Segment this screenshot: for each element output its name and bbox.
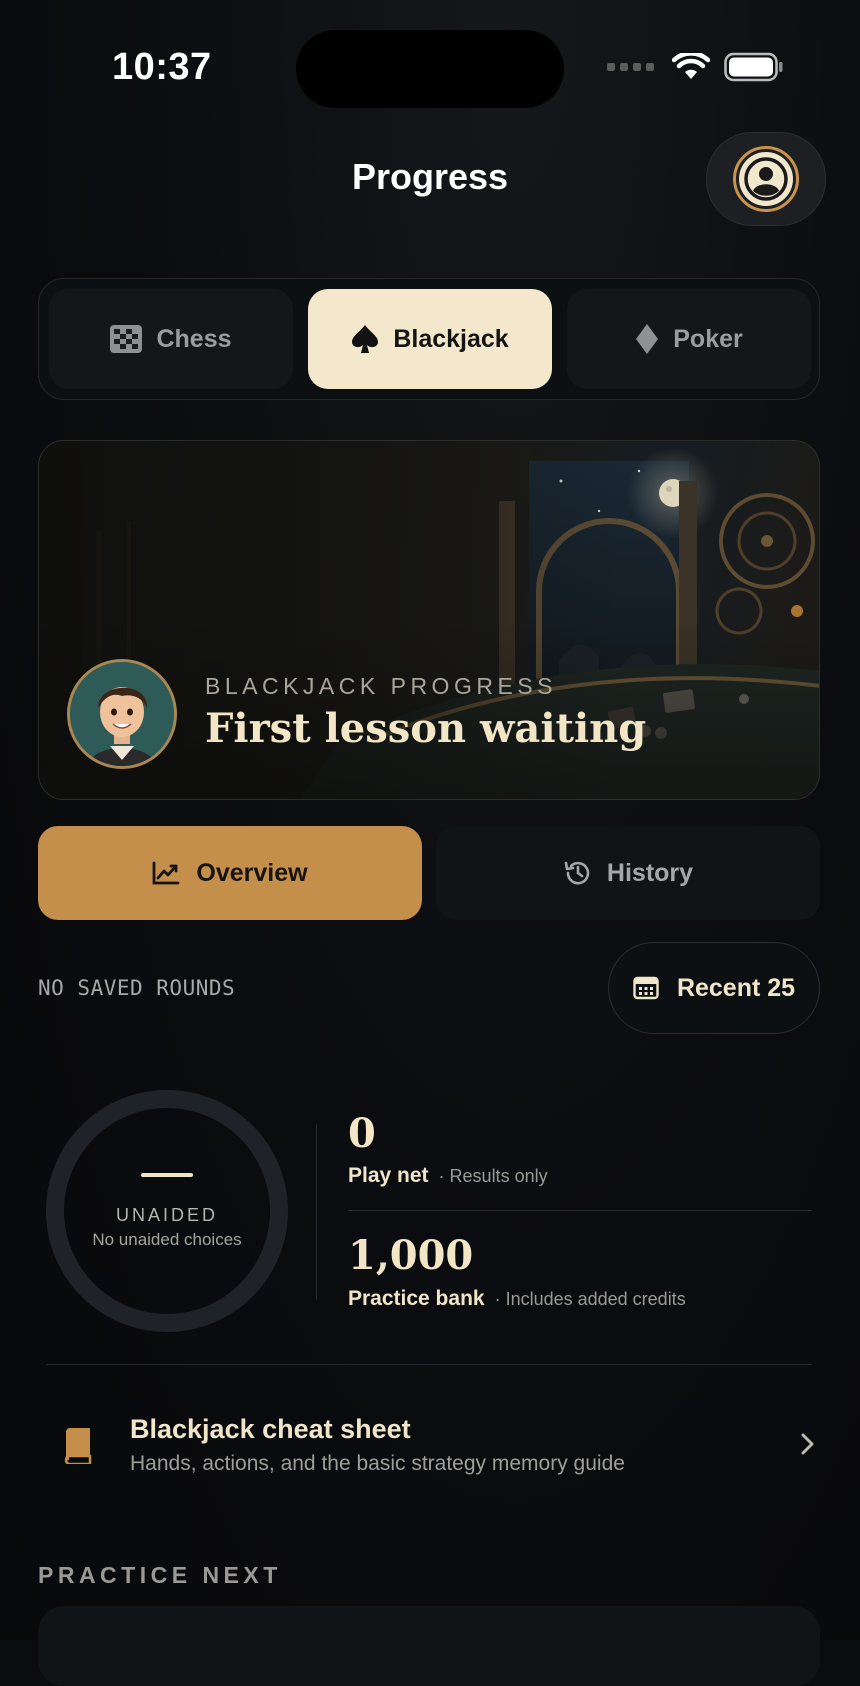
book-icon [64,1428,92,1464]
hero-eyebrow: BLACKJACK PROGRESS [205,673,557,699]
calendar-icon [633,976,659,1000]
practice-bank-note: · Includes added credits [494,1289,686,1309]
practice-bank-value: 1,000 [348,1232,474,1279]
practice-bank-label: Practice bank [348,1287,485,1310]
spade-icon [352,325,379,353]
wifi-icon [672,53,710,79]
recent-filter-label: Recent 25 [676,973,796,1002]
stat-divider [348,1210,812,1211]
chart-line-icon [153,861,180,885]
hero-title: First lesson waiting [205,705,647,752]
practice-next-card[interactable] [38,1606,820,1686]
tab-blackjack-label: Blackjack [393,324,509,353]
stats-divider [316,1124,317,1300]
tab-poker-label: Poker [673,324,743,353]
recent-filter-button[interactable]: Recent 25 [608,942,820,1034]
play-net-label-row: Play net · Results only [348,1164,548,1188]
tab-history-label: History [606,858,694,887]
practice-next-heading: PRACTICE NEXT [38,1562,282,1588]
unaided-ring: UNAIDED No unaided choices [46,1090,288,1332]
coach-avatar [67,659,177,769]
tab-history[interactable]: History [436,826,820,920]
ring-label: UNAIDED [115,1204,218,1225]
practice-bank-label-row: Practice bank · Includes added credits [348,1287,686,1311]
play-net-label: Play net [348,1164,429,1187]
play-net-note: · Results only [438,1166,548,1186]
tab-poker[interactable]: Poker [567,289,811,389]
game-selector: Chess Blackjack Poker [38,278,820,400]
battery-icon [724,52,783,82]
tab-chess-label: Chess [156,324,232,353]
tab-blackjack[interactable]: Blackjack [308,289,552,389]
cheat-sheet-link[interactable]: Blackjack cheat sheet Hands, actions, an… [38,1394,820,1490]
signal-icon [607,63,654,71]
status-time: 10:37 [112,46,212,88]
tab-overview[interactable]: Overview [38,826,422,920]
hero-card: BLACKJACK PROGRESS First lesson waiting [38,440,820,800]
profile-button[interactable] [706,132,826,226]
chevron-right-icon [801,1433,814,1455]
history-icon [564,861,590,885]
play-net-value: 0 [348,1110,376,1157]
status-icons [607,52,784,82]
progress-screen: 10:37 Progress Chess Blackjack Poker BLA… [0,0,860,1686]
tab-chess[interactable]: Chess [49,289,293,389]
profile-ring [733,146,799,212]
cheat-sheet-subtitle: Hands, actions, and the basic strategy m… [130,1452,625,1475]
section-divider [46,1364,812,1365]
tab-overview-label: Overview [196,858,308,887]
dynamic-island [296,30,564,108]
ring-value [141,1172,193,1177]
diamond-icon [636,324,659,354]
checkerboard-icon [110,325,143,353]
cheat-sheet-title: Blackjack cheat sheet [130,1414,411,1444]
rounds-status: NO SAVED ROUNDS [38,976,236,1000]
user-icon [739,152,793,206]
ring-subtitle: No unaided choices [92,1229,242,1249]
